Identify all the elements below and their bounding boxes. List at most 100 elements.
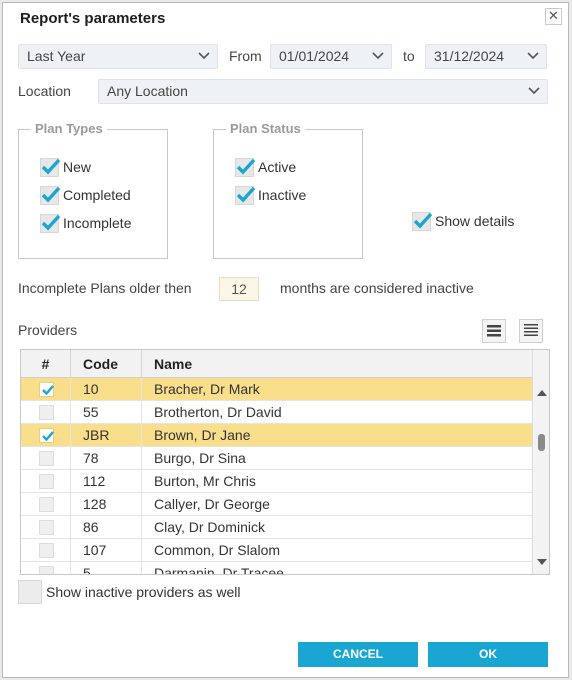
name-cell: Burgo, Dr Sina [154, 450, 246, 466]
name-cell: Callyer, Dr George [154, 496, 270, 512]
code-cell: 5 [71, 562, 142, 574]
show-inactive-option[interactable]: Show inactive providers as well [18, 580, 241, 604]
inactive-checkbox[interactable] [235, 185, 256, 205]
code-cell: 55 [71, 401, 142, 424]
plan-type-completed[interactable]: Completed [40, 183, 131, 207]
row-checkbox[interactable] [39, 474, 54, 489]
table-row[interactable]: 86 Clay, Dr Dominick [21, 516, 533, 539]
active-checkbox[interactable] [235, 157, 256, 177]
incomplete-prefix-label: Incomplete Plans older then [18, 280, 192, 296]
scroll-thumb[interactable] [538, 434, 545, 451]
from-label: From [229, 48, 262, 64]
show-details-option[interactable]: Show details [412, 209, 514, 233]
dialog-title: Report's parameters [20, 10, 166, 27]
completed-checkbox[interactable] [40, 185, 61, 205]
table-row[interactable]: JBR Brown, Dr Jane [21, 424, 533, 447]
table-header: # Code Name [21, 350, 533, 378]
new-checkbox[interactable] [40, 157, 61, 177]
checkmark-icon [41, 214, 61, 230]
plan-status-legend: Plan Status [226, 121, 305, 136]
row-checkbox[interactable] [39, 543, 54, 558]
list-detailed-icon [524, 324, 538, 336]
chevron-down-icon [527, 52, 539, 60]
table-row[interactable]: 112 Burton, Mr Chris [21, 470, 533, 493]
to-date-select[interactable]: 31/12/2024 [425, 44, 547, 69]
checkmark-icon [236, 158, 256, 174]
name-cell: Darmanin, Dr Tracee [154, 565, 284, 575]
table-body: 10 Bracher, Dr Mark 55 Brotherton, Dr David… [21, 378, 533, 575]
cancel-button[interactable]: CANCEL [298, 642, 418, 667]
table-row[interactable]: 107 Common, Dr Slalom [21, 539, 533, 562]
row-select-cell [21, 493, 71, 516]
name-cell: Burton, Mr Chris [154, 473, 256, 489]
plan-type-incomplete[interactable]: Incomplete [40, 211, 131, 235]
code-cell: 78 [71, 447, 142, 470]
show-details-label: Show details [435, 213, 515, 229]
code-cell: 107 [71, 539, 142, 562]
code-cell: 112 [71, 470, 142, 493]
plan-types-legend: Plan Types [31, 121, 107, 136]
row-select-cell [21, 539, 71, 562]
checkmark-icon [413, 212, 433, 228]
row-checkbox[interactable] [39, 451, 54, 466]
row-checkbox[interactable] [39, 566, 54, 574]
table-row[interactable]: 128 Callyer, Dr George [21, 493, 533, 516]
from-date-value: 01/01/2024 [279, 48, 350, 64]
row-checkbox[interactable] [39, 520, 54, 535]
location-label: Location [18, 83, 71, 99]
close-icon: ✕ [548, 8, 559, 23]
show-details-checkbox[interactable] [412, 211, 433, 231]
period-preset-select[interactable]: Last Year [18, 44, 218, 69]
row-select-cell [21, 401, 71, 424]
list-compact-icon [487, 325, 501, 337]
vertical-scrollbar[interactable] [532, 350, 549, 574]
ok-button[interactable]: OK [428, 642, 548, 667]
checkmark-icon [42, 385, 54, 396]
scroll-down-icon[interactable] [537, 559, 547, 565]
report-parameters-dialog: Report's parameters ✕ Last Year From 01/… [2, 2, 569, 678]
plan-type-new[interactable]: New [40, 155, 91, 179]
to-label: to [403, 48, 415, 64]
table-row[interactable]: 78 Burgo, Dr Sina [21, 447, 533, 470]
close-button[interactable]: ✕ [545, 8, 562, 25]
show-inactive-checkbox[interactable] [18, 580, 42, 604]
table-row[interactable]: 10 Bracher, Dr Mark [21, 378, 533, 401]
checkmark-icon [41, 186, 61, 202]
months-input[interactable]: 12 [219, 277, 259, 301]
inactive-label: Inactive [258, 187, 307, 203]
table-row[interactable]: 5 Darmanin, Dr Tracee [21, 562, 533, 575]
name-cell: Bracher, Dr Mark [154, 381, 260, 397]
chevron-down-icon [528, 87, 540, 95]
name-cell: Clay, Dr Dominick [154, 519, 265, 535]
table-row[interactable]: 55 Brotherton, Dr David [21, 401, 533, 424]
plan-status-active[interactable]: Active [235, 155, 296, 179]
from-date-select[interactable]: 01/01/2024 [270, 44, 392, 69]
column-header-select[interactable]: # [21, 350, 71, 378]
new-label: New [63, 159, 92, 175]
compact-view-button[interactable] [482, 319, 506, 343]
location-value: Any Location [107, 83, 188, 99]
row-checkbox[interactable] [39, 382, 54, 397]
incomplete-label: Incomplete [63, 215, 132, 231]
row-select-cell [21, 470, 71, 493]
active-label: Active [258, 159, 297, 175]
row-select-cell [21, 516, 71, 539]
incomplete-checkbox[interactable] [40, 213, 61, 233]
name-cell: Common, Dr Slalom [154, 542, 281, 558]
row-checkbox[interactable] [39, 405, 54, 420]
row-select-cell [21, 424, 71, 447]
column-header-name[interactable]: Name [142, 350, 533, 378]
name-cell: Brotherton, Dr David [154, 404, 282, 420]
detailed-view-button[interactable] [519, 319, 543, 343]
column-header-code[interactable]: Code [71, 350, 142, 378]
row-select-cell [21, 447, 71, 470]
row-checkbox[interactable] [39, 497, 54, 512]
chevron-down-icon [372, 52, 384, 60]
scroll-up-icon[interactable] [537, 390, 547, 396]
plan-status-inactive[interactable]: Inactive [235, 183, 306, 207]
name-cell: Brown, Dr Jane [154, 427, 251, 443]
location-select[interactable]: Any Location [98, 79, 548, 104]
row-checkbox[interactable] [39, 428, 54, 443]
code-cell: 10 [71, 378, 142, 401]
code-cell: JBR [71, 424, 142, 447]
